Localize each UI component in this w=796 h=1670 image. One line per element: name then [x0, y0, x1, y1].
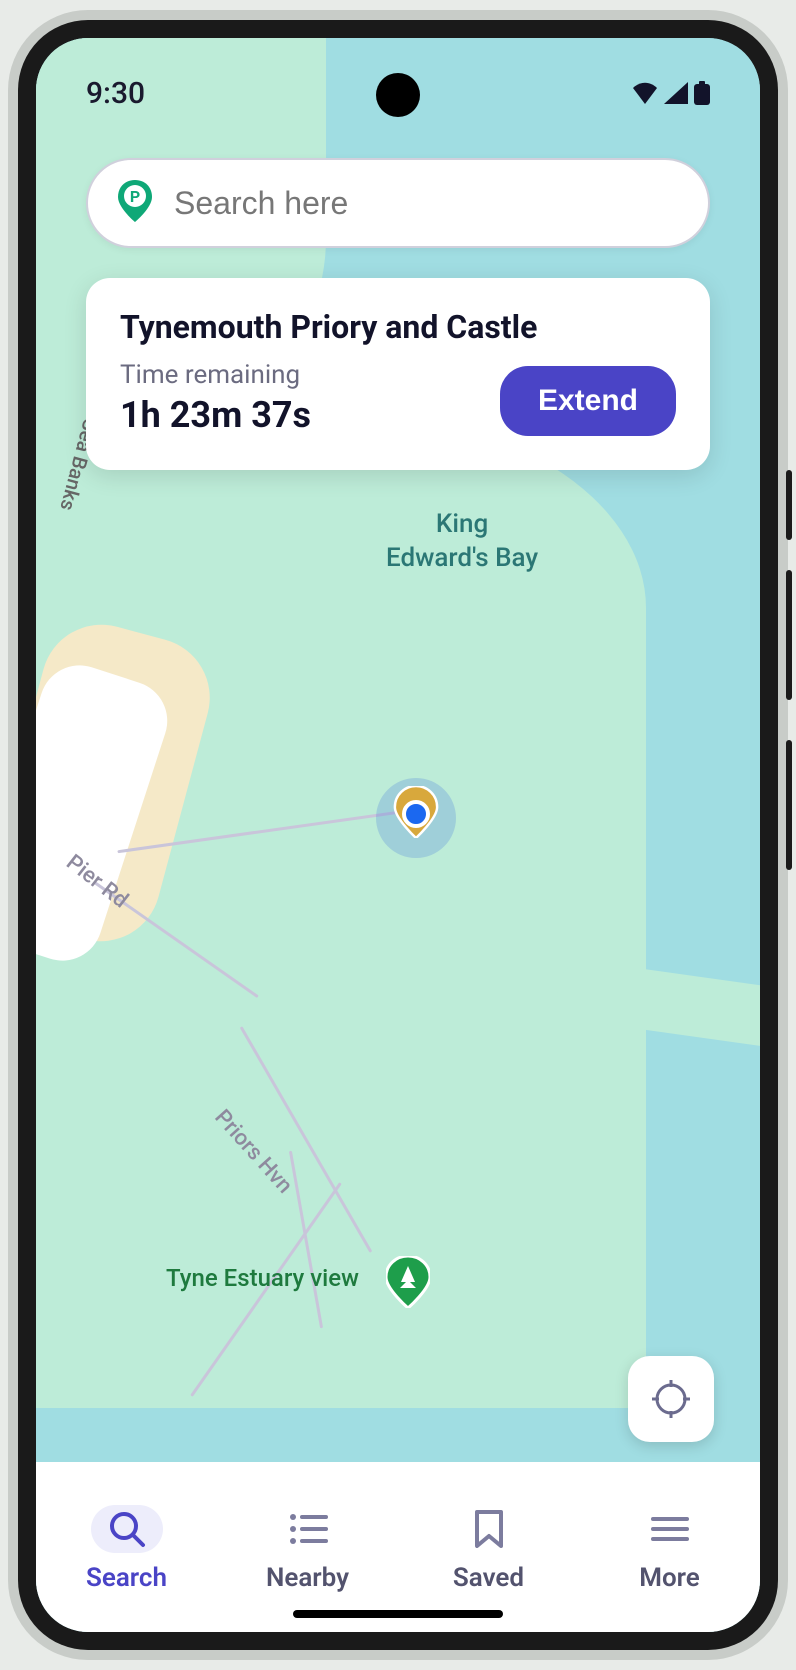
gesture-bar[interactable] [293, 1610, 503, 1618]
status-icons [632, 81, 710, 105]
map-label-bay: KingEdward's Bay [386, 508, 538, 576]
search-input[interactable] [174, 185, 678, 222]
nav-item-search[interactable]: Search [36, 1466, 217, 1632]
parking-pin-icon: P [118, 180, 152, 226]
active-session-card[interactable]: Tynemouth Priory and Castle Time remaini… [86, 278, 710, 470]
session-location: Tynemouth Priory and Castle [120, 308, 676, 346]
nav-item-saved[interactable]: Saved [398, 1466, 579, 1632]
location-dot-icon [402, 800, 430, 828]
menu-icon [651, 1515, 689, 1543]
side-button [786, 470, 792, 540]
side-button [786, 740, 792, 870]
device-frame: KingEdward's Bay Sea Banks Pier Rd Prior… [18, 20, 778, 1650]
svg-text:P: P [130, 187, 140, 206]
bookmark-icon [474, 1510, 504, 1548]
side-button [786, 570, 792, 700]
nav-label: Saved [453, 1563, 524, 1593]
wifi-icon [632, 82, 658, 104]
poi-marker-tyne-estuary[interactable] [386, 1256, 430, 1300]
screen: KingEdward's Bay Sea Banks Pier Rd Prior… [36, 38, 760, 1632]
search-icon [108, 1510, 146, 1548]
nav-label: More [639, 1563, 700, 1593]
time-remaining-label: Time remaining [120, 360, 311, 390]
nav-label: Search [86, 1563, 167, 1593]
time-remaining-value: 1h 23m 37s [120, 394, 311, 436]
battery-icon [694, 81, 710, 105]
search-bar[interactable]: P [86, 158, 710, 248]
nav-item-nearby[interactable]: Nearby [217, 1466, 398, 1632]
current-location-marker[interactable] [376, 778, 456, 858]
status-time: 9:30 [86, 76, 145, 111]
crosshair-icon [650, 1378, 692, 1420]
nav-label: Nearby [266, 1563, 349, 1593]
map-label-tyne-estuary: Tyne Estuary view [166, 1263, 359, 1294]
locate-me-button[interactable] [628, 1356, 714, 1442]
camera-cutout [376, 73, 420, 117]
cell-signal-icon [664, 82, 688, 104]
list-icon [288, 1512, 328, 1546]
label-text: KingEdward's Bay [386, 509, 538, 573]
extend-button[interactable]: Extend [500, 366, 676, 436]
nav-item-more[interactable]: More [579, 1466, 760, 1632]
bottom-nav: Search Nearby Saved [36, 1462, 760, 1632]
